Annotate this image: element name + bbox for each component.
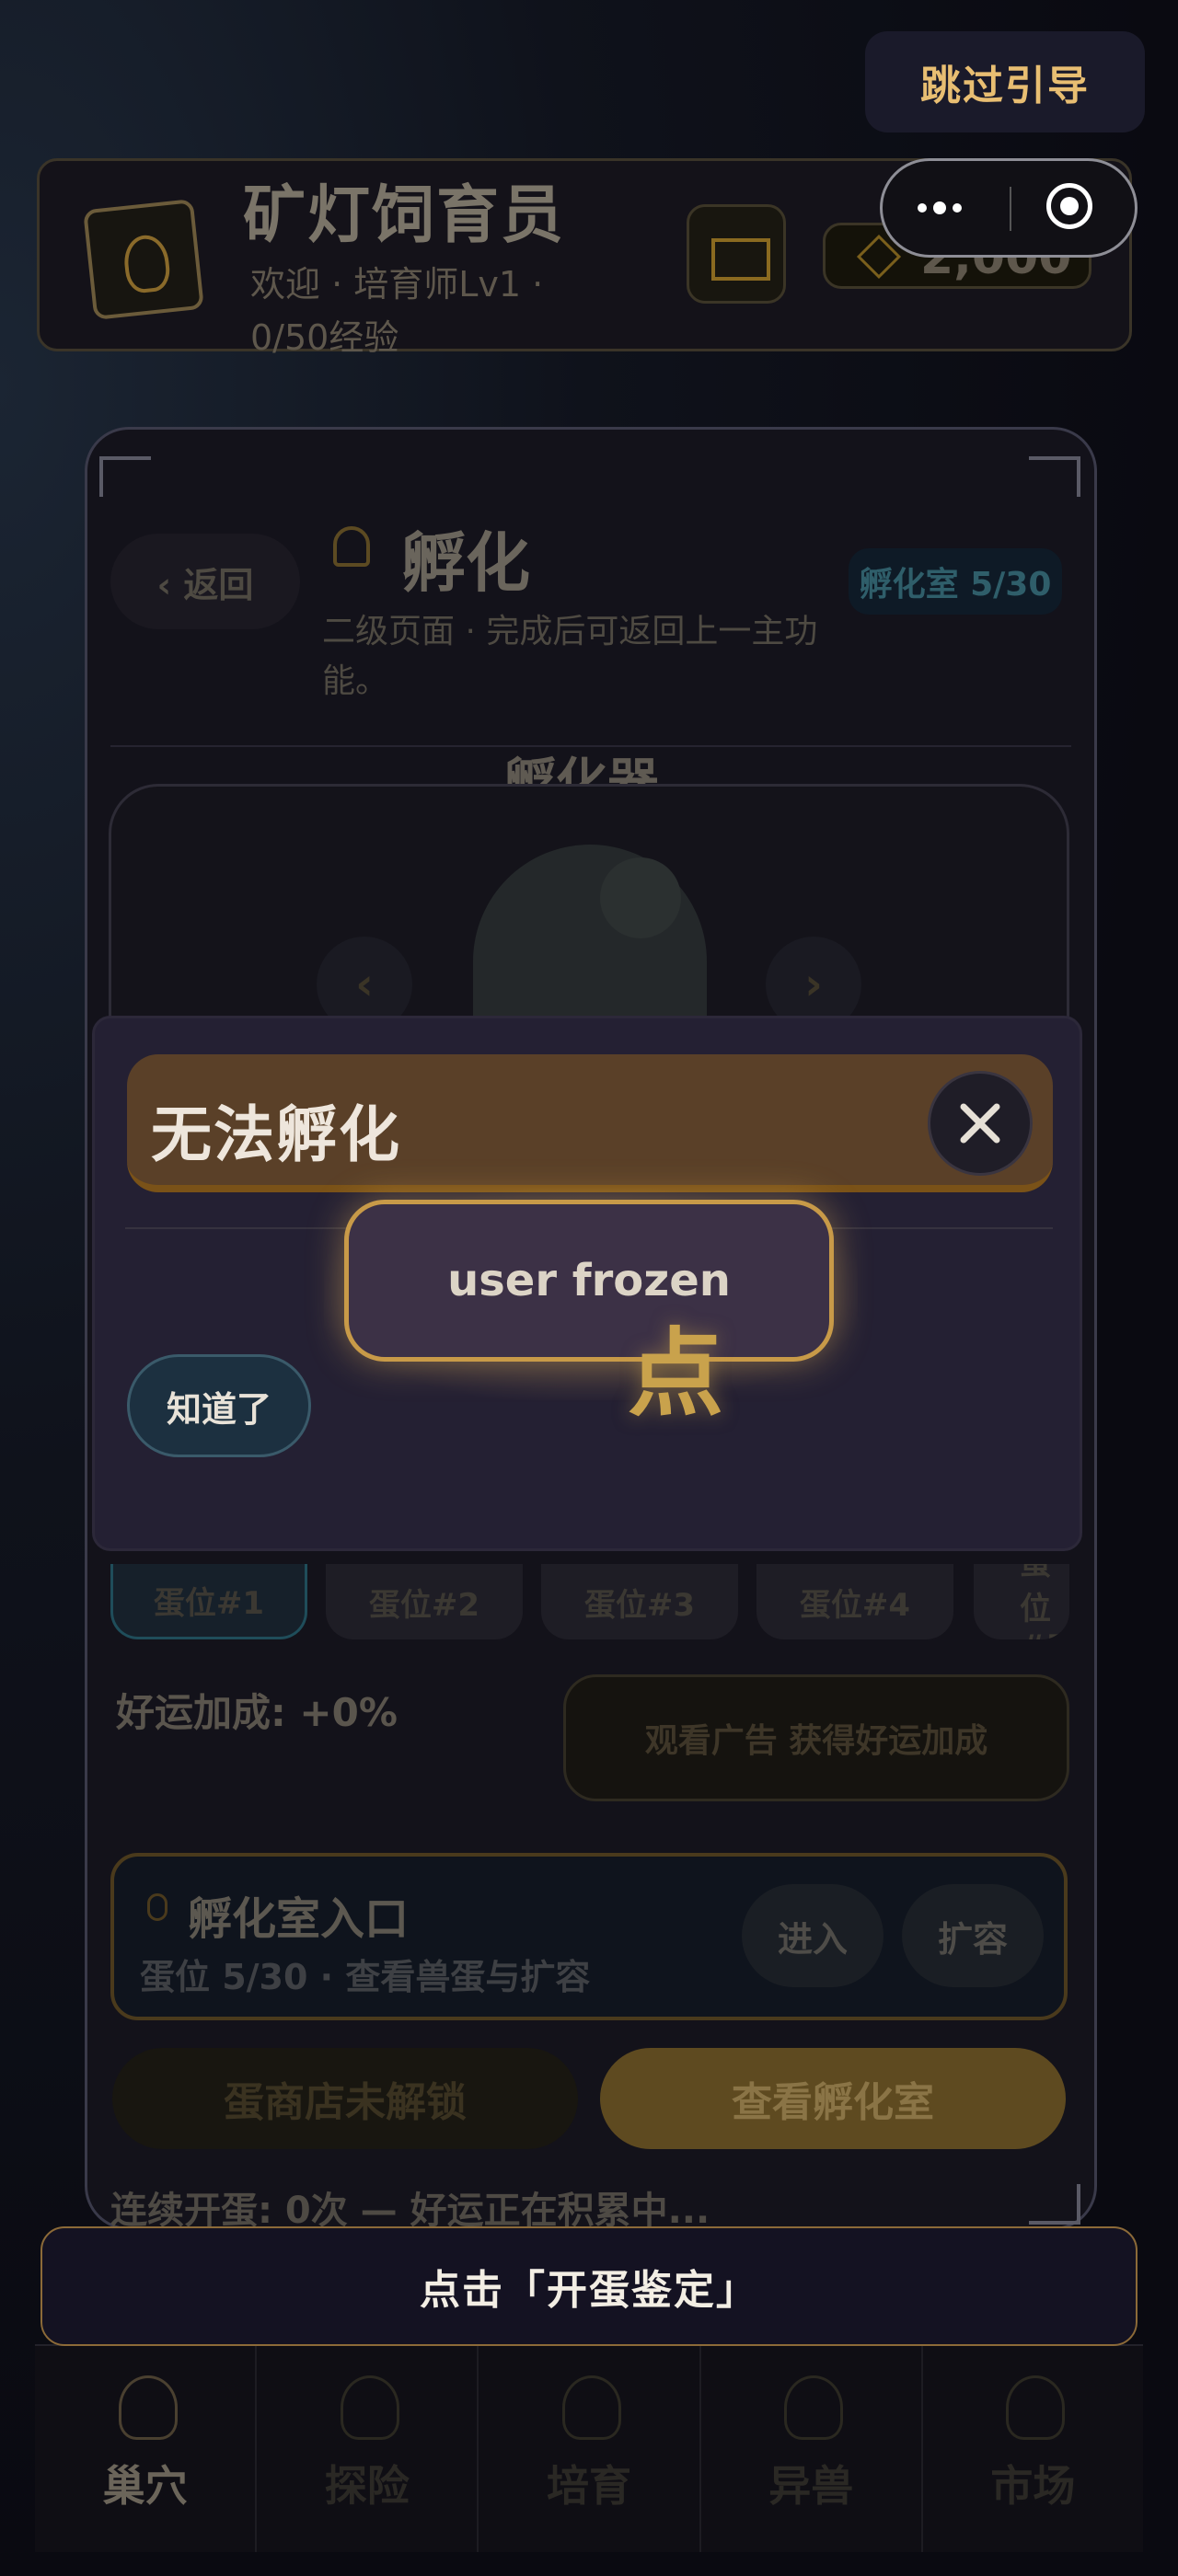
modal-title: 无法孵化 (151, 1099, 401, 1170)
egg-icon (147, 1893, 167, 1921)
skip-guide-button[interactable]: 跳过引导 (865, 31, 1145, 132)
egg-slot[interactable]: 蛋位#4 (756, 1564, 953, 1639)
tab-label: 市场 (990, 2461, 1076, 2511)
expand-button[interactable]: 扩容 (902, 1884, 1044, 1987)
room-entry-title: 孵化室入口 (188, 1893, 410, 1945)
tab-nest[interactable]: 巢穴 (35, 2346, 258, 2552)
more-icon[interactable] (918, 161, 962, 255)
beast-icon (784, 2375, 844, 2440)
tab-label: 培育 (547, 2461, 631, 2511)
avatar[interactable] (83, 199, 204, 320)
tab-explore[interactable]: 探险 (257, 2346, 479, 2552)
egg-slot[interactable]: 蛋位#5 (974, 1564, 1069, 1639)
luck-bonus-label: 好运加成: +0% (116, 1690, 398, 1735)
egg-shop-locked-button[interactable]: 蛋商店未解锁 (112, 2048, 578, 2149)
tab-breed[interactable]: 培育 (479, 2346, 701, 2552)
frame-corner (1029, 2184, 1080, 2225)
tab-label: 异兽 (768, 2461, 854, 2511)
back-button[interactable]: ‹ 返回 (110, 534, 300, 629)
egg-slot[interactable]: 蛋位#1 (110, 1564, 307, 1639)
acknowledge-button[interactable]: 知道了 (127, 1354, 311, 1457)
bottom-tab-bar: 巢穴 探险 培育 异兽 市场 (35, 2344, 1143, 2552)
frame-corner (99, 456, 151, 497)
lamp-icon (118, 2375, 178, 2440)
tab-label: 巢穴 (102, 2461, 188, 2511)
tab-label: 探险 (324, 2461, 410, 2511)
user-name: 矿灯饲育员 (243, 179, 566, 252)
shop-icon (1006, 2375, 1066, 2440)
view-room-button[interactable]: 查看孵化室 (600, 2048, 1066, 2149)
frame-corner (1029, 456, 1080, 497)
tab-beasts[interactable]: 异兽 (701, 2346, 923, 2552)
capsule-divider (1010, 187, 1011, 231)
room-capacity-badge: 孵化室 5/30 (849, 548, 1062, 615)
room-entry-subtitle: 蛋位 5/30 · 查看兽蛋与扩容 (140, 1957, 591, 1997)
egg-slot[interactable]: 蛋位#2 (326, 1564, 523, 1639)
flask-icon (562, 2375, 621, 2440)
user-subtitle: 欢迎 · 培育师Lv1 · 0/50经验 (250, 264, 544, 358)
egg-slot[interactable]: 蛋位#3 (541, 1564, 738, 1639)
tap-hint: 点 (628, 1317, 724, 1430)
close-app-icon[interactable] (1046, 183, 1092, 229)
page-title: 孵化 (401, 525, 530, 601)
mail-icon[interactable] (687, 204, 786, 304)
close-icon (960, 1103, 1000, 1144)
mini-program-capsule (880, 158, 1138, 258)
close-button[interactable] (928, 1071, 1033, 1176)
compass-icon (340, 2375, 399, 2440)
page-subtitle: 二级页面 · 完成后可返回上一主功能。 (322, 613, 818, 700)
error-message-button[interactable]: user frozen (344, 1200, 834, 1362)
bell-icon (333, 526, 370, 567)
guide-instruction-bar: 点击「开蛋鉴定」 (40, 2226, 1138, 2346)
enter-button[interactable]: 进入 (742, 1884, 884, 1987)
tab-market[interactable]: 市场 (923, 2346, 1143, 2552)
watch-ad-button[interactable]: 观看广告 获得好运加成 (563, 1674, 1069, 1801)
